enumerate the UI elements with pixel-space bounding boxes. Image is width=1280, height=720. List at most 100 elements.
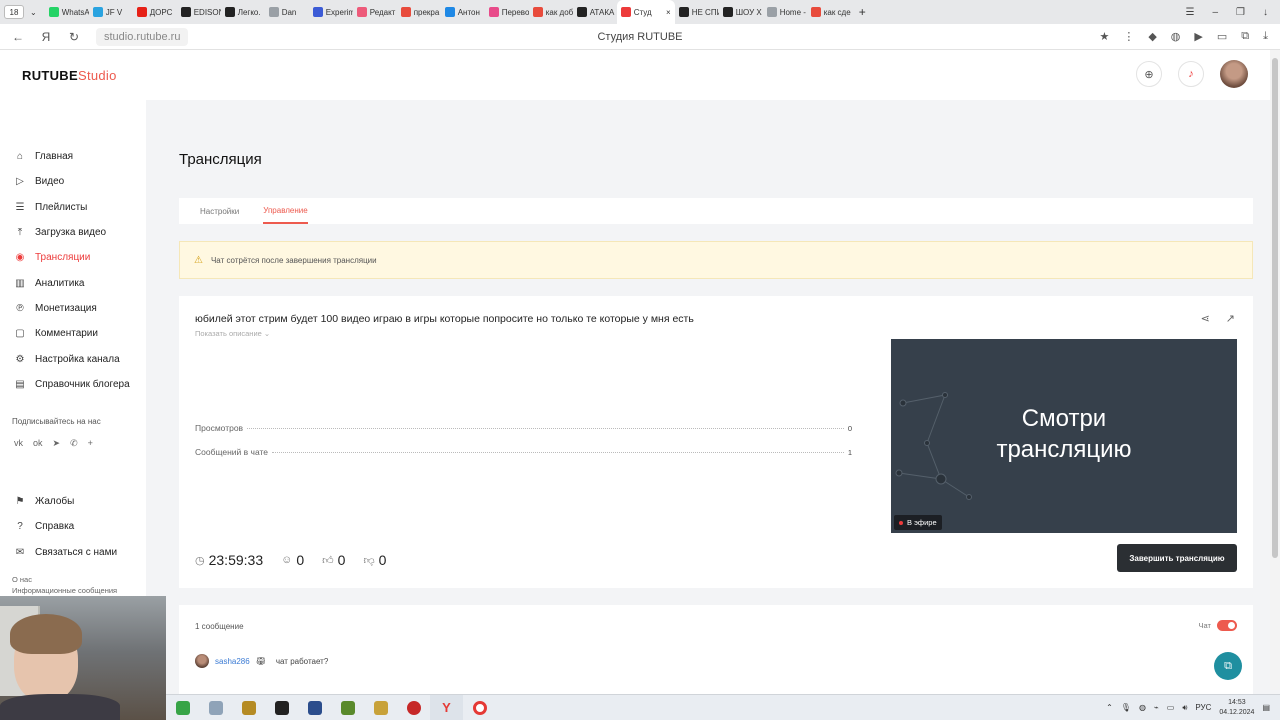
- browser-tab[interactable]: НЕ СПИ: [675, 0, 719, 24]
- ok-icon[interactable]: ok: [33, 438, 43, 449]
- browser-tab[interactable]: прекра: [397, 0, 441, 24]
- chevron-down-icon[interactable]: ⌄: [30, 8, 37, 17]
- bookmark-icon[interactable]: ★: [1099, 30, 1109, 43]
- sidebar-item[interactable]: ▤ Справочник блогера: [0, 372, 146, 397]
- sidebar-item[interactable]: ✉ Связаться с нами: [0, 540, 146, 565]
- vk-icon[interactable]: vk: [14, 438, 23, 449]
- taskbar-app-vpn[interactable]: [166, 695, 199, 720]
- browser-tab[interactable]: Антон: [441, 0, 485, 24]
- tab-settings[interactable]: Настройки: [200, 198, 239, 224]
- browser-tab[interactable]: Легко.: [221, 0, 265, 24]
- show-description-link[interactable]: Показать описание ⌄: [195, 329, 270, 338]
- play-extension-icon[interactable]: ▶: [1194, 30, 1202, 43]
- scrollbar-thumb[interactable]: [1272, 58, 1278, 558]
- taskbar-app-archive[interactable]: [364, 695, 397, 720]
- restore-icon[interactable]: ❐: [1236, 7, 1245, 18]
- footer-link[interactable]: Информационные сообщения: [12, 586, 146, 597]
- battery-icon[interactable]: ▭: [1167, 703, 1175, 712]
- taskbar-app-yandex[interactable]: Y: [430, 694, 463, 720]
- taskbar-app-capcut[interactable]: [265, 695, 298, 720]
- tray-app-icon[interactable]: ◍: [1139, 703, 1146, 712]
- browser-tab[interactable]: Редакт: [353, 0, 397, 24]
- sidebar-item[interactable]: ▢ Комментарии: [0, 321, 146, 346]
- browser-tab[interactable]: Home -: [763, 0, 807, 24]
- back-icon[interactable]: ←: [8, 30, 28, 44]
- menu-icon[interactable]: ☰: [1186, 7, 1195, 18]
- taskbar-app-opera[interactable]: [463, 695, 496, 720]
- browser-tab[interactable]: как доб: [529, 0, 573, 24]
- browser-tab[interactable]: Перево: [485, 0, 529, 24]
- chat-toggle[interactable]: Чат: [1199, 620, 1237, 631]
- microphone-icon[interactable]: 🎙︎: [1121, 703, 1131, 712]
- notifications-icon[interactable]: ▤: [1262, 703, 1270, 712]
- browser-tab[interactable]: WhatsA: [45, 0, 89, 24]
- avatar[interactable]: [195, 654, 209, 668]
- browser-tab[interactable]: ШОУ Х: [719, 0, 763, 24]
- sidebar-item[interactable]: ⌂ Главная: [0, 144, 146, 169]
- browser-tab[interactable]: EDISON: [177, 0, 221, 24]
- collections-icon[interactable]: ⧉: [1241, 30, 1249, 43]
- footer-link[interactable]: О нас: [12, 575, 146, 586]
- language-indicator[interactable]: РУС: [1195, 703, 1211, 712]
- duration-metric: ◷ 23:59:33: [195, 552, 263, 568]
- sidebar-item[interactable]: ⤒ Загрузка видео: [0, 220, 146, 245]
- support-chat-button[interactable]: ⧉: [1214, 652, 1242, 680]
- stream-preview[interactable]: Смотри трансляцию В эфире: [891, 339, 1237, 533]
- globe-icon[interactable]: ◍: [1171, 30, 1181, 43]
- taskbar-app-obs[interactable]: [397, 695, 430, 720]
- tab-favicon-icon: [400, 7, 411, 17]
- notification-icon[interactable]: ♪: [1178, 61, 1204, 87]
- sidebar-item[interactable]: ▥ Аналитика: [0, 270, 146, 295]
- sidebar-item[interactable]: ? Справка: [0, 514, 146, 539]
- sidebar-item[interactable]: ▷ Видео: [0, 169, 146, 194]
- chat-username[interactable]: sasha286: [215, 657, 250, 666]
- network-icon[interactable]: ⌁: [1154, 703, 1159, 712]
- taskbar-app-minecraft[interactable]: [331, 695, 364, 720]
- volume-icon[interactable]: 🔊︎: [1182, 703, 1187, 713]
- browser-tab[interactable]: Студ ×: [616, 0, 675, 24]
- end-stream-button[interactable]: Завершить трансляцию: [1117, 544, 1237, 572]
- comment-icon: ▢: [15, 328, 25, 340]
- browser-tab[interactable]: Experim: [309, 0, 353, 24]
- extension-icon[interactable]: ◆: [1148, 30, 1156, 43]
- minimize-icon[interactable]: –: [1212, 7, 1218, 18]
- browser-tab[interactable]: Dan: [265, 0, 309, 24]
- sidebar-item[interactable]: ℗ Монетизация: [0, 296, 146, 321]
- rutube-studio-logo[interactable]: RUTUBEStudio: [22, 68, 117, 83]
- telegram-icon[interactable]: ➤: [53, 438, 61, 449]
- yandex-icon[interactable]: Я: [36, 30, 56, 44]
- chat-switch[interactable]: [1217, 620, 1237, 631]
- browser-tab[interactable]: JF V: [89, 0, 133, 24]
- close-tab-icon[interactable]: ×: [666, 8, 671, 17]
- browser-tab[interactable]: как сде: [807, 0, 851, 24]
- browser-tab[interactable]: АТАКА: [573, 0, 617, 24]
- taskbar-app-tool[interactable]: [199, 695, 232, 720]
- page-scrollbar[interactable]: [1270, 50, 1280, 690]
- plus-icon[interactable]: +: [88, 438, 93, 449]
- chevron-up-icon[interactable]: ⌃: [1106, 703, 1113, 712]
- external-link-icon[interactable]: ↗: [1226, 312, 1235, 325]
- more-icon[interactable]: ⋮: [1123, 30, 1134, 43]
- downloads-icon[interactable]: ⤓: [1263, 30, 1268, 43]
- add-icon[interactable]: ⊕: [1136, 61, 1162, 87]
- tab-counter[interactable]: 18: [4, 5, 24, 19]
- tab-management[interactable]: Управление: [263, 198, 308, 224]
- taskbar-app-monitor[interactable]: [298, 695, 331, 720]
- sidebar-item[interactable]: ⚙ Настройка канала: [0, 346, 146, 371]
- browser-tab[interactable]: ДОРС: [133, 0, 177, 24]
- url-field[interactable]: studio.rutube.ru: [96, 27, 189, 46]
- viber-icon[interactable]: ✆: [70, 438, 78, 449]
- download-icon[interactable]: ↓: [1263, 7, 1268, 18]
- new-tab-icon[interactable]: +: [859, 5, 866, 19]
- taskbar-app-files[interactable]: [232, 695, 265, 720]
- sidebar-item[interactable]: ⚑ Жалобы: [0, 489, 146, 514]
- sidebar-item[interactable]: ☰ Плейлисты: [0, 195, 146, 220]
- battery-icon[interactable]: ▭: [1217, 30, 1227, 43]
- clock[interactable]: 14:53 04.12.2024: [1219, 698, 1254, 718]
- page-title: Трансляция: [179, 151, 262, 168]
- logo-studio-text: Studio: [77, 68, 117, 83]
- avatar[interactable]: [1220, 60, 1248, 88]
- share-icon[interactable]: ⋖: [1201, 312, 1210, 325]
- reload-icon[interactable]: ↻: [64, 30, 84, 44]
- sidebar-item[interactable]: ◉ Трансляции: [0, 245, 146, 270]
